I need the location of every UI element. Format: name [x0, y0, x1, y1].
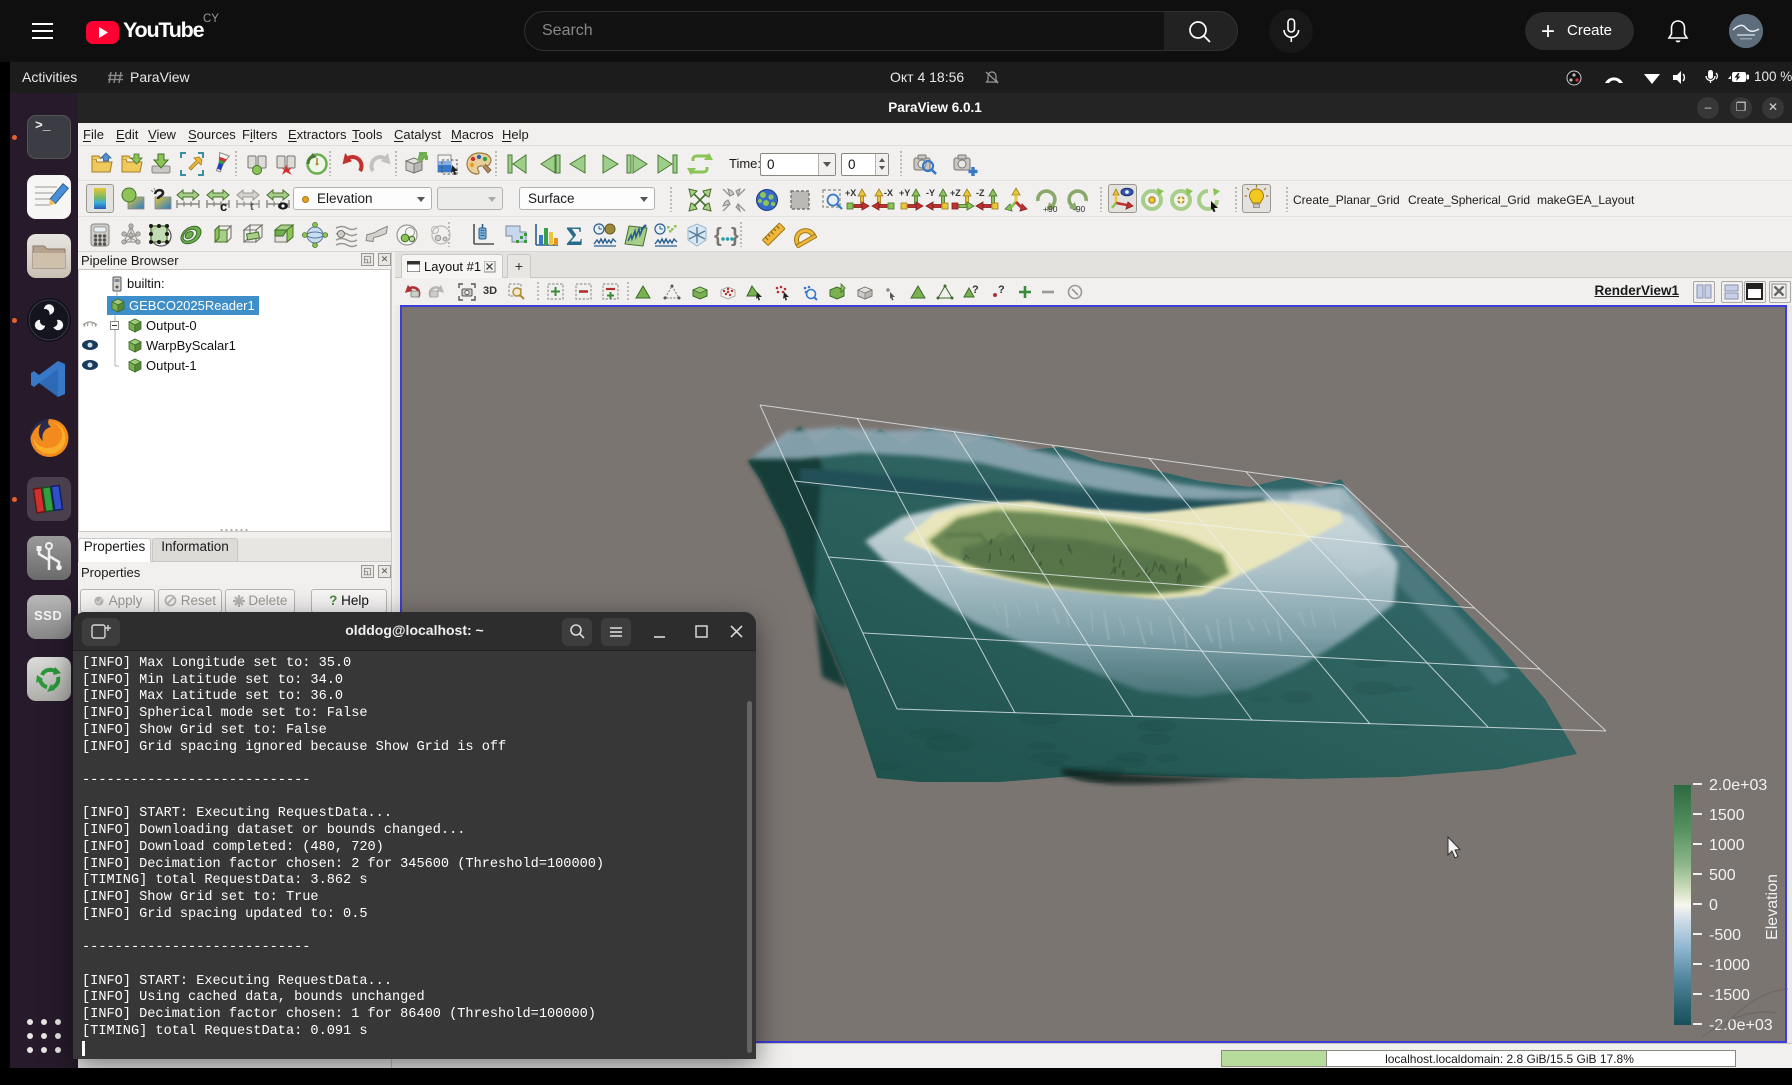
svg-text:}: } — [731, 225, 739, 247]
svg-text:1000: 1000 — [1709, 837, 1745, 854]
svg-text:+X: +X — [845, 188, 856, 198]
svg-text:-1500: -1500 — [1709, 987, 1750, 1004]
svg-text:-1000: -1000 — [1709, 957, 1750, 974]
svg-text:Σ: Σ — [566, 222, 583, 248]
svg-text:{: { — [714, 225, 722, 247]
svg-text:-Z: -Z — [976, 188, 985, 198]
svg-text:500: 500 — [1709, 867, 1736, 884]
svg-text:?: ? — [972, 284, 979, 296]
svg-text:+90: +90 — [1043, 204, 1058, 213]
svg-text:2.0e+03: 2.0e+03 — [1709, 777, 1767, 794]
svg-text:+Y: +Y — [899, 188, 910, 198]
svg-text:+Z: +Z — [950, 188, 961, 198]
svg-text:0: 0 — [1709, 897, 1718, 914]
svg-text:t: t — [250, 201, 254, 213]
svg-text:-500: -500 — [1709, 927, 1741, 944]
svg-text:1500: 1500 — [1709, 807, 1745, 824]
svg-text:-Y: -Y — [926, 188, 935, 198]
svg-text:Elevation: Elevation — [1764, 874, 1781, 940]
svg-text:-X: -X — [884, 188, 893, 198]
svg-text:?: ? — [998, 284, 1005, 296]
svg-text:c: c — [220, 199, 227, 213]
svg-text:-90: -90 — [1073, 204, 1086, 213]
